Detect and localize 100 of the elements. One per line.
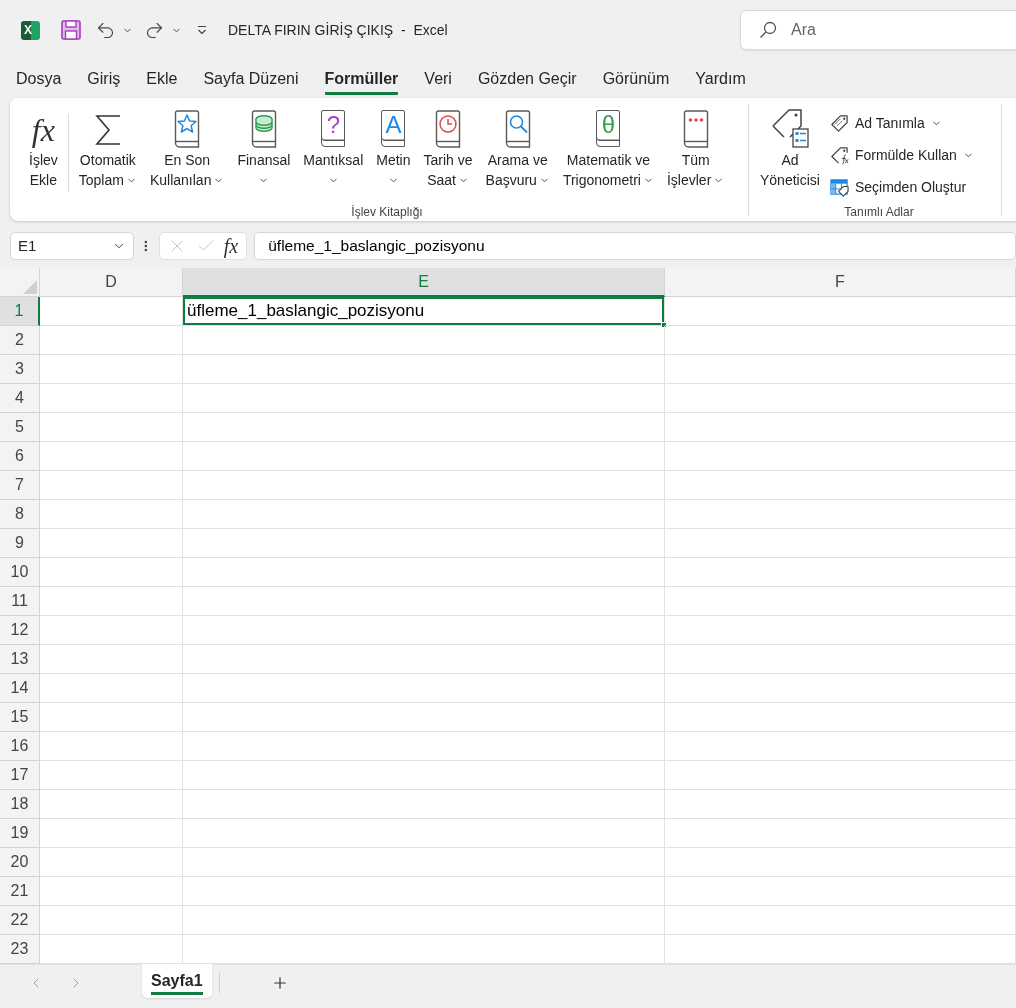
row-header[interactable]: 4 <box>0 384 40 413</box>
spreadsheet-cell[interactable] <box>665 616 1016 645</box>
spreadsheet-cell[interactable] <box>665 790 1016 819</box>
spreadsheet-cell[interactable] <box>183 732 665 761</box>
ribbon-small-button[interactable]: Ad Tanımla <box>827 107 976 139</box>
ribbon-tab[interactable]: Sayfa Düzeni <box>203 69 299 95</box>
row-header[interactable]: 14 <box>0 674 40 703</box>
spreadsheet-cell[interactable] <box>183 819 665 848</box>
row-header[interactable]: 9 <box>0 529 40 558</box>
row-header[interactable]: 16 <box>0 732 40 761</box>
formula-input[interactable]: üfleme_1_baslangic_pozisyonu <box>254 232 1016 260</box>
spreadsheet-cell[interactable] <box>40 529 183 558</box>
spreadsheet-cell[interactable] <box>665 355 1016 384</box>
spreadsheet-cell[interactable] <box>40 471 183 500</box>
spreadsheet-cell[interactable] <box>665 732 1016 761</box>
ribbon-tab[interactable]: Dosya <box>16 69 62 95</box>
spreadsheet-cell[interactable] <box>183 413 665 442</box>
row-header[interactable]: 8 <box>0 500 40 529</box>
spreadsheet-cell[interactable] <box>40 906 183 935</box>
spreadsheet-cell[interactable] <box>40 558 183 587</box>
spreadsheet-cell[interactable] <box>40 732 183 761</box>
spreadsheet-cell[interactable] <box>665 297 1016 326</box>
column-header[interactable]: E <box>183 268 665 297</box>
spreadsheet-cell[interactable] <box>40 413 183 442</box>
name-box[interactable]: E1 <box>10 232 135 260</box>
row-header[interactable]: 22 <box>0 906 40 935</box>
insert-function-button[interactable]: fx <box>223 235 241 257</box>
spreadsheet-cell[interactable] <box>665 471 1016 500</box>
ribbon-button[interactable]: A Metin <box>373 104 414 204</box>
spreadsheet-cell[interactable] <box>40 877 183 906</box>
spreadsheet-cell[interactable] <box>183 355 665 384</box>
column-header[interactable]: D <box>40 268 183 297</box>
row-header[interactable]: 5 <box>0 413 40 442</box>
spreadsheet-cell[interactable] <box>40 790 183 819</box>
spreadsheet-cell[interactable] <box>665 819 1016 848</box>
ribbon-button[interactable]: fx İşlev Ekle <box>26 104 61 204</box>
spreadsheet-cell[interactable] <box>40 848 183 877</box>
spreadsheet-cell[interactable] <box>183 761 665 790</box>
spreadsheet-cell[interactable] <box>40 703 183 732</box>
spreadsheet-cell[interactable] <box>40 616 183 645</box>
ribbon-button[interactable]: Tarih ve Saat <box>420 104 476 204</box>
ribbon-button[interactable]: Finansal <box>234 104 294 204</box>
spreadsheet-cell[interactable] <box>665 645 1016 674</box>
spreadsheet-cell[interactable] <box>183 674 665 703</box>
ribbon-tab[interactable]: Ekle <box>146 69 178 95</box>
spreadsheet-cell[interactable] <box>665 384 1016 413</box>
spreadsheet-cell[interactable] <box>183 529 665 558</box>
row-header[interactable]: 17 <box>0 761 40 790</box>
spreadsheet-cell[interactable] <box>183 703 665 732</box>
spreadsheet-cell[interactable] <box>665 500 1016 529</box>
ribbon-button[interactable]: Arama ve Başvuru <box>482 104 553 204</box>
spreadsheet-cell[interactable] <box>40 500 183 529</box>
spreadsheet-cell[interactable] <box>183 877 665 906</box>
row-header[interactable]: 1 <box>0 297 40 326</box>
ribbon-tab[interactable]: Gözden Geçir <box>477 69 577 95</box>
row-header[interactable]: 11 <box>0 587 40 616</box>
row-header[interactable]: 3 <box>0 355 40 384</box>
spreadsheet-cell[interactable] <box>183 471 665 500</box>
spreadsheet-cell[interactable] <box>183 790 665 819</box>
spreadsheet-cell[interactable] <box>665 558 1016 587</box>
spreadsheet-cell[interactable] <box>40 761 183 790</box>
spreadsheet-cell[interactable] <box>183 442 665 471</box>
spreadsheet-cell[interactable] <box>665 877 1016 906</box>
row-header[interactable]: 15 <box>0 703 40 732</box>
ribbon-small-button[interactable]: Seçimden Oluştur <box>827 171 976 203</box>
spreadsheet-cell[interactable] <box>183 645 665 674</box>
customize-toolbar-button[interactable] <box>196 24 208 36</box>
spreadsheet-cell[interactable] <box>40 384 183 413</box>
spreadsheet-cell[interactable] <box>40 587 183 616</box>
row-header[interactable]: 21 <box>0 877 40 906</box>
save-button[interactable] <box>61 20 81 40</box>
ribbon-tab[interactable]: Veri <box>424 69 452 95</box>
row-header[interactable]: 7 <box>0 471 40 500</box>
spreadsheet-cell[interactable] <box>665 529 1016 558</box>
spreadsheet-cell[interactable] <box>40 674 183 703</box>
spreadsheet-cell[interactable] <box>183 558 665 587</box>
spreadsheet-cell[interactable] <box>665 761 1016 790</box>
ribbon-button[interactable]: Ad Yöneticisi <box>757 104 823 204</box>
spreadsheet-cell[interactable] <box>665 703 1016 732</box>
fill-handle[interactable] <box>661 322 667 328</box>
spreadsheet-cell[interactable] <box>40 355 183 384</box>
spreadsheet-cell[interactable] <box>665 442 1016 471</box>
row-header[interactable]: 19 <box>0 819 40 848</box>
spreadsheet-cell[interactable] <box>183 500 665 529</box>
spreadsheet-cell[interactable] <box>665 326 1016 355</box>
column-header[interactable]: F <box>665 268 1016 297</box>
spreadsheet-cell[interactable] <box>665 906 1016 935</box>
spreadsheet-cell[interactable] <box>183 326 665 355</box>
ribbon-button[interactable]: θ Matematik ve Trigonometri <box>559 104 657 204</box>
spreadsheet-cell[interactable] <box>183 906 665 935</box>
spreadsheet-cell[interactable] <box>183 587 665 616</box>
spreadsheet-cell[interactable] <box>665 674 1016 703</box>
spreadsheet-cell[interactable] <box>40 326 183 355</box>
ribbon-tab[interactable]: Yardım <box>695 69 746 95</box>
search-field[interactable]: Ara <box>740 10 1016 50</box>
ribbon-small-button[interactable]: Formülde Kullan <box>827 139 976 171</box>
sheet-tab[interactable]: Sayfa1 <box>142 964 212 998</box>
row-header[interactable]: 10 <box>0 558 40 587</box>
row-header[interactable]: 18 <box>0 790 40 819</box>
spreadsheet-cell[interactable] <box>183 848 665 877</box>
